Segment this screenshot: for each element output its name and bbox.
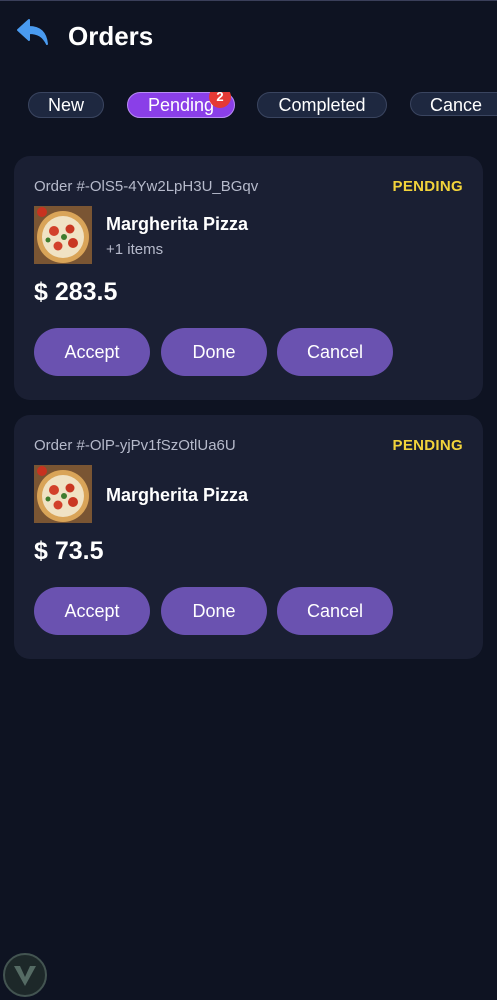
- done-button[interactable]: Done: [161, 328, 267, 376]
- product-name: Margherita Pizza: [106, 214, 249, 234]
- order-price: $ 73.5: [34, 537, 104, 565]
- tab-cancelled[interactable]: Cance: [410, 92, 497, 116]
- top-divider: [0, 0, 497, 1]
- page-title: Orders: [68, 21, 154, 51]
- status-badge: PENDING: [392, 437, 463, 454]
- accept-button[interactable]: Accept: [34, 328, 150, 376]
- status-tabs: New Pending 2 Completed Cance: [0, 92, 497, 118]
- pizza-image: [34, 206, 92, 264]
- order-card: Order #-OlS5-4Yw2LpH3U_BGqv PENDING Marg…: [14, 156, 483, 400]
- tab-new[interactable]: New: [28, 92, 104, 118]
- accept-button[interactable]: Accept: [34, 587, 150, 635]
- product-name: Margherita Pizza: [106, 485, 249, 505]
- back-arrow-icon[interactable]: [16, 18, 52, 52]
- order-price: $ 283.5: [34, 278, 118, 306]
- done-button[interactable]: Done: [161, 587, 267, 635]
- extra-items-count: +1 items: [106, 241, 164, 258]
- order-id: Order #-OlP-yjPv1fSzOtlUa6U: [34, 437, 236, 454]
- orders-screen: Orders New Pending 2 Completed Cance Ord…: [0, 0, 497, 1000]
- cancel-button[interactable]: Cancel: [277, 587, 393, 635]
- tab-completed[interactable]: Completed: [257, 92, 387, 118]
- header: Orders: [0, 14, 497, 58]
- watermark-logo-icon: [2, 952, 48, 998]
- order-card: Order #-OlP-yjPv1fSzOtlUa6U PENDING Marg…: [14, 415, 483, 659]
- status-badge: PENDING: [392, 178, 463, 195]
- order-id: Order #-OlS5-4Yw2LpH3U_BGqv: [34, 178, 259, 195]
- cancel-button[interactable]: Cancel: [277, 328, 393, 376]
- pizza-image: [34, 465, 92, 523]
